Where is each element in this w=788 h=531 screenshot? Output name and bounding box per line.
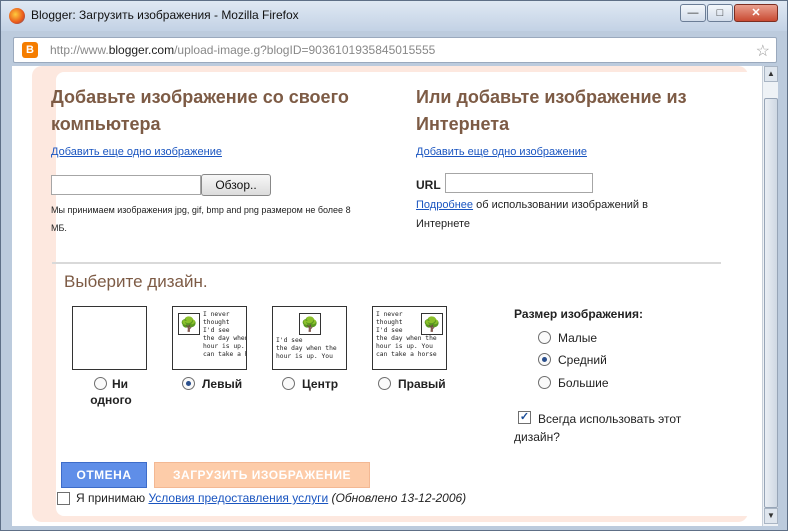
scroll-thumb[interactable] (764, 98, 778, 508)
address-bar[interactable]: B http://www.blogger.com/upload-image.g?… (13, 37, 777, 63)
url-prefix: http://www. (50, 43, 109, 57)
size-medium-label: Средний (558, 353, 607, 367)
tree-picture-icon: 🌳 (178, 313, 200, 335)
layout-right-label: Правый (398, 377, 446, 391)
layout-left-preview[interactable]: 🌳 I never thought I'd see the day when t… (172, 306, 247, 370)
info-text: Интернете (416, 218, 470, 230)
size-large-label: Большие (558, 376, 609, 390)
window-title: Blogger: Загрузить изображения - Mozilla… (31, 8, 299, 22)
heading-line: Или добавьте изображение из (416, 87, 687, 107)
browse-button[interactable]: Обзор.. (201, 174, 271, 196)
label-line: Ни (112, 377, 129, 391)
layout-none-label: Ни одного (86, 376, 136, 408)
firefox-icon (9, 8, 25, 24)
file-path-input[interactable] (51, 175, 201, 195)
sample-text: I never thought I'd see the day when the… (376, 311, 437, 358)
terms-of-service-link[interactable]: Условия предоставления услуги (148, 491, 328, 505)
layout-none-preview[interactable] (72, 306, 147, 370)
label-line: Всегда использовать этот (538, 412, 682, 426)
note-line: МБ. (51, 223, 67, 233)
image-size-title: Размер изображения: (514, 307, 643, 321)
minimize-button[interactable]: — (680, 4, 706, 22)
terms-prefix: Я принимаю (76, 491, 149, 505)
heading-line: Интернета (416, 114, 510, 134)
blogger-icon: B (22, 42, 38, 58)
file-format-note: Мы принимаем изображения jpg, gif, bmp a… (51, 201, 351, 237)
choose-layout-heading: Выберите дизайн. (64, 272, 208, 291)
heading-line: Добавьте изображение со своего (51, 87, 349, 107)
size-large-radio[interactable] (538, 376, 551, 389)
layout-left-radio[interactable] (182, 377, 195, 390)
size-small-label: Малые (558, 331, 598, 345)
maximize-button[interactable]: □ (707, 4, 733, 22)
layout-center-radio[interactable] (282, 377, 295, 390)
label-line: одного (90, 393, 132, 407)
sample-text: I'd see the day when the hour is up. You (276, 337, 337, 360)
cancel-button[interactable]: ОТМЕНА (61, 462, 147, 488)
sample-text: I never thought I'd see the day when the… (203, 311, 247, 358)
dialog-content (56, 72, 748, 516)
web-images-info: Подробнее об использовании изображений в… (416, 196, 648, 234)
close-button[interactable]: ✕ (734, 4, 778, 22)
tree-picture-icon: 🌳 (299, 313, 321, 335)
add-another-image-link[interactable]: Добавить еще одно изображение (51, 146, 222, 158)
layout-left-label: Левый (202, 377, 243, 391)
info-text: об использовании изображений в (473, 199, 648, 211)
always-use-checkbox[interactable]: ✓ (518, 411, 531, 424)
always-use-label: Всегда использовать этот дизайн? (514, 410, 682, 446)
url-suffix: /upload-image.g?blogID=90361019358450155… (174, 43, 436, 57)
url-label: URL (416, 178, 441, 192)
upload-image-button[interactable]: ЗАГРУЗИТЬ ИЗОБРАЖЕНИЕ (154, 462, 370, 488)
terms-updated-note: (Обновлено 13-12-2006) (328, 491, 467, 505)
upload-from-computer-heading: Добавьте изображение со своего компьютер… (51, 84, 349, 138)
url-text[interactable]: http://www.blogger.com/upload-image.g?bl… (50, 43, 435, 57)
note-line: Мы принимаем изображения jpg, gif, bmp a… (51, 205, 351, 215)
layout-right-preview[interactable]: 🌳 I never thought I'd see the day when t… (372, 306, 447, 370)
layout-center-label: Центр (302, 377, 339, 391)
image-url-input[interactable] (445, 173, 593, 193)
size-medium-radio[interactable] (538, 353, 551, 366)
learn-more-link[interactable]: Подробнее (416, 199, 473, 211)
section-divider (52, 262, 721, 264)
scroll-down-arrow[interactable]: ▼ (764, 508, 778, 524)
add-another-url-link[interactable]: Добавить еще одно изображение (416, 146, 587, 158)
title-bar: Blogger: Загрузить изображения - Mozilla… (1, 1, 787, 31)
terms-line: Я принимаю Условия предоставления услуги… (76, 491, 466, 505)
upload-from-web-heading: Или добавьте изображение из Интернета (416, 84, 687, 138)
layout-right-radio[interactable] (378, 377, 391, 390)
heading-line: компьютера (51, 114, 161, 134)
vertical-scrollbar[interactable]: ▲ ▼ (762, 66, 778, 526)
layout-center-preview[interactable]: 🌳 I'd see the day when the hour is up. Y… (272, 306, 347, 370)
url-domain: blogger.com (108, 43, 175, 57)
star-icon[interactable]: ☆ (756, 41, 770, 61)
accept-terms-checkbox[interactable] (57, 492, 70, 505)
size-small-radio[interactable] (538, 331, 551, 344)
scroll-up-arrow[interactable]: ▲ (764, 66, 778, 82)
label-line: дизайн? (514, 430, 560, 444)
